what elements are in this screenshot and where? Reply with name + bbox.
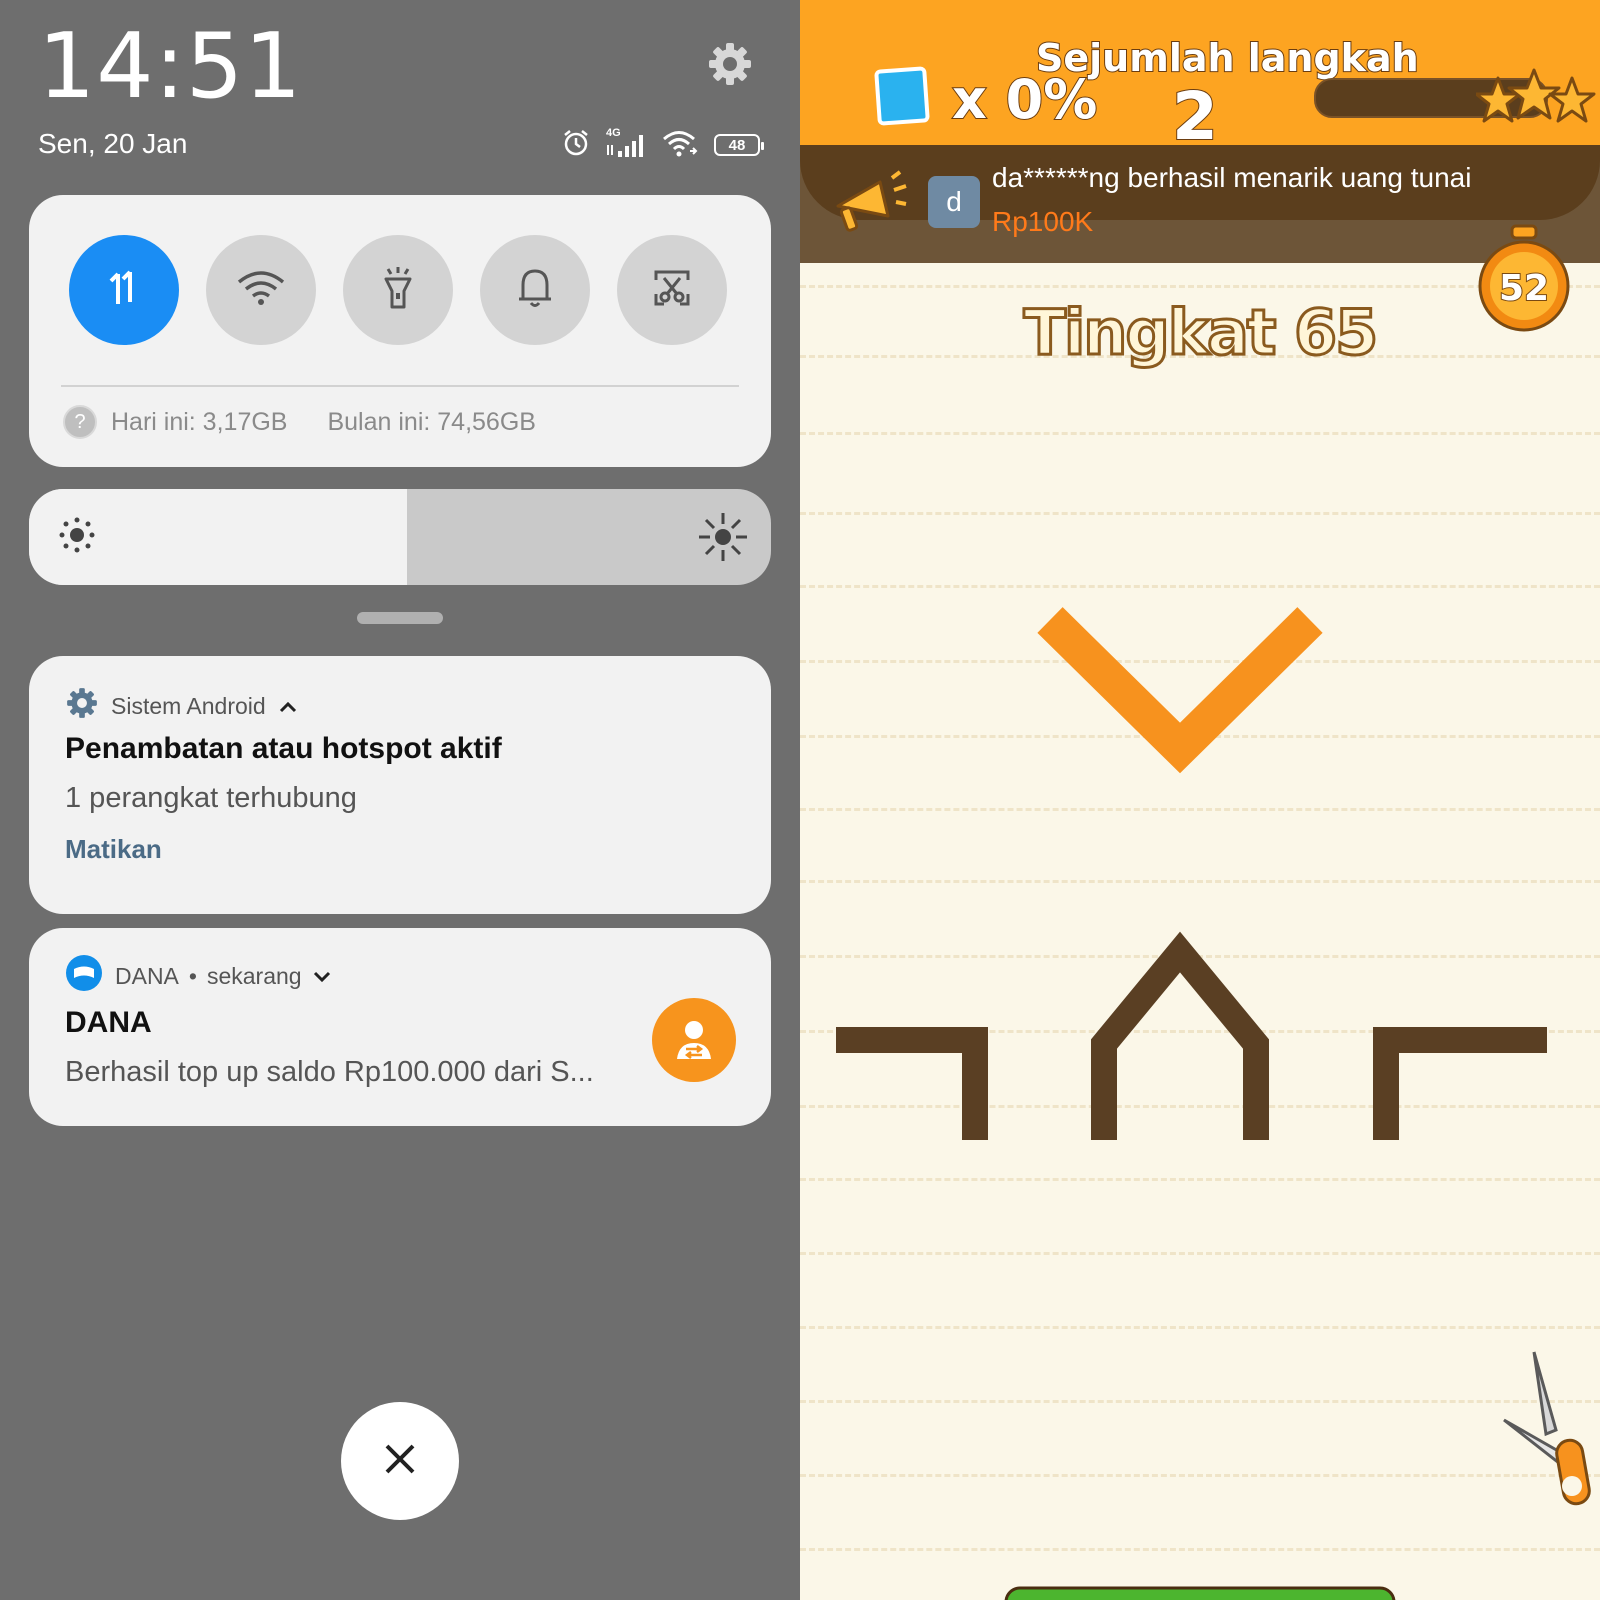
screenshot-icon — [650, 266, 694, 315]
chevron-down-icon[interactable] — [312, 963, 332, 990]
notification-time: sekarang — [206, 962, 302, 989]
bell-icon — [515, 265, 555, 316]
notification-app-name: Sistem Android — [111, 692, 266, 719]
notification-app-name: DANA — [115, 962, 179, 989]
turn-off-button[interactable]: Matikan — [65, 834, 162, 865]
help-icon: ? — [63, 405, 97, 439]
brown-bracket-right — [1373, 1027, 1547, 1140]
ring-mode-toggle[interactable] — [480, 235, 590, 345]
android-system-gear-icon — [65, 686, 99, 726]
signal-icon: 4G — [604, 127, 648, 159]
usage-month: Bulan ini: 74,56GB — [327, 407, 536, 436]
game-screen[interactable]: x 0% Sejumlah langkah 2 d da******ng ber… — [800, 0, 1600, 1600]
mobile-data-toggle[interactable] — [69, 235, 179, 345]
mobile-data-icon — [102, 266, 146, 315]
quick-settings-panel: ? Hari ini: 3,17GB Bulan ini: 74,56GB — [29, 195, 771, 467]
notification-hotspot[interactable]: Sistem Android Penambatan atau hotspot a… — [29, 656, 771, 914]
chevron-up-icon[interactable] — [278, 693, 298, 720]
bottom-button-edge — [1004, 1586, 1396, 1600]
usage-today: Hari ini: 3,17GB — [111, 407, 288, 436]
data-usage-row[interactable]: ? Hari ini: 3,17GB Bulan ini: 74,56GB — [63, 405, 536, 439]
dana-logo-icon — [65, 954, 103, 998]
orange-chevron-shape — [1037, 607, 1323, 774]
notification-text: 1 perangkat terhubung — [65, 782, 357, 814]
notification-app-header[interactable]: Sistem Android — [65, 686, 298, 726]
wifi-icon — [236, 268, 286, 313]
status-icons: 4G 48 — [562, 127, 764, 162]
puzzle-board — [836, 607, 1547, 1600]
brown-house-shape — [1091, 931, 1269, 1140]
settings-gear-icon[interactable] — [706, 40, 754, 88]
date[interactable]: Sen, 20 Jan — [38, 128, 187, 160]
wifi-status-icon — [662, 129, 700, 162]
battery-indicator: 48 — [714, 134, 764, 156]
notification-text: Berhasil top up saldo Rp100.000 dari S..… — [65, 1056, 594, 1088]
notification-app-header[interactable]: DANA • sekarang — [65, 954, 332, 998]
dana-large-icon — [652, 998, 736, 1082]
screenshot-toggle[interactable] — [617, 235, 727, 345]
brightness-slider[interactable] — [29, 489, 771, 585]
alarm-icon — [562, 129, 590, 162]
brown-bracket-left — [836, 1027, 988, 1140]
flashlight-toggle[interactable] — [343, 235, 453, 345]
separator-dot: • — [188, 962, 197, 989]
wifi-toggle[interactable] — [206, 235, 316, 345]
clear-all-button[interactable] — [341, 1402, 459, 1520]
notification-title: DANA — [65, 1006, 152, 1039]
brightness-high-icon — [697, 511, 749, 568]
quick-settings-divider — [61, 385, 739, 387]
scissors-icon[interactable] — [1494, 1350, 1600, 1525]
clock: 14:51 — [38, 14, 303, 119]
brightness-low-icon — [57, 515, 97, 560]
close-icon — [383, 1442, 417, 1481]
notification-shade: 14:51 Sen, 20 Jan 4G 48 ? Hari ini: 3,17… — [0, 0, 800, 1600]
flashlight-icon — [378, 265, 418, 316]
notification-title: Penambatan atau hotspot aktif — [65, 732, 502, 765]
drag-handle[interactable] — [357, 612, 443, 624]
notification-dana[interactable]: DANA • sekarang DANA Berhasil top up sal… — [29, 928, 771, 1126]
